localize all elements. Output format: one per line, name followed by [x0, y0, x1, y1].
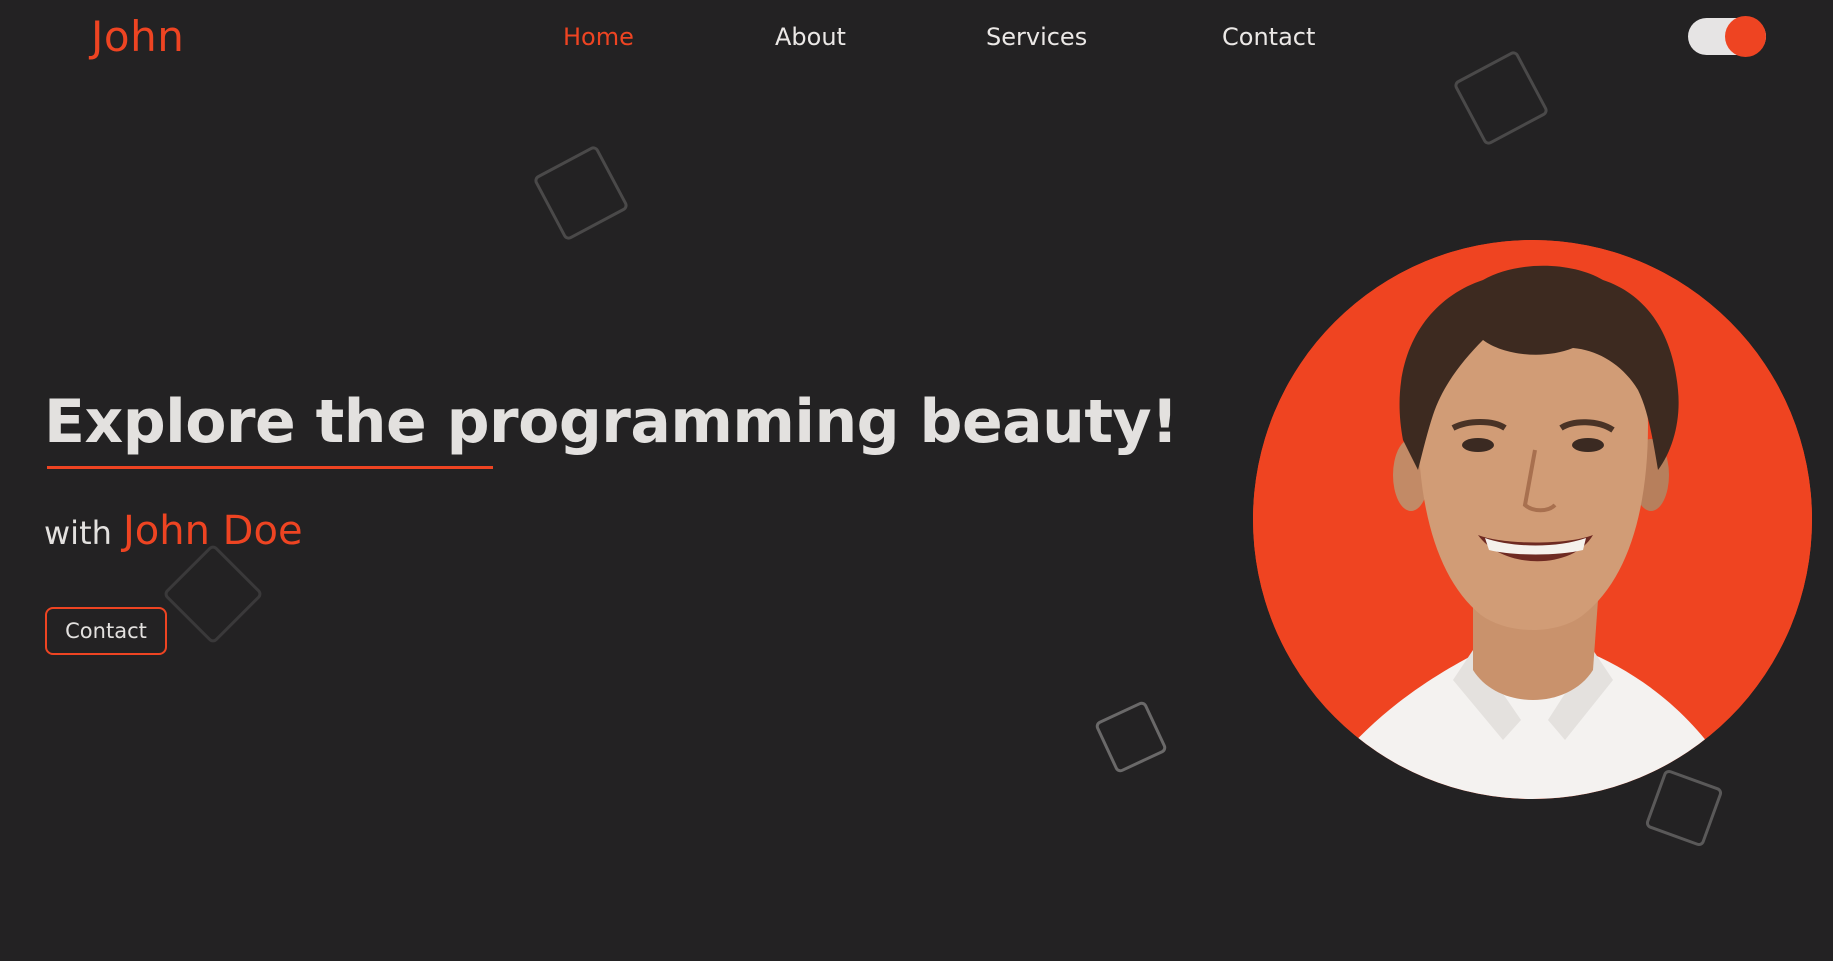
portrait-illustration: [1253, 240, 1812, 799]
hero-subtitle: with John Doe: [44, 508, 303, 554]
contact-button[interactable]: Contact: [45, 607, 167, 655]
decorative-square-icon: [162, 543, 264, 645]
page: John Home About Services Contact Explore…: [0, 0, 1833, 961]
theme-toggle[interactable]: [1688, 16, 1766, 57]
decorative-square-icon: [1452, 49, 1550, 147]
subtitle-prefix: with: [44, 514, 112, 552]
decorative-square-icon: [532, 144, 630, 242]
hero-title-underline: [47, 466, 493, 469]
nav-item-home[interactable]: Home: [563, 20, 634, 54]
nav-item-services[interactable]: Services: [986, 20, 1087, 54]
author-name: John Doe: [122, 508, 303, 554]
profile-photo: [1253, 240, 1812, 799]
main-nav: Home About Services Contact: [0, 20, 1833, 56]
nav-item-about[interactable]: About: [775, 20, 846, 54]
decorative-square-icon: [1644, 768, 1724, 848]
toggle-knob: [1725, 16, 1766, 57]
hero-title: Explore the programming beauty!: [44, 387, 1179, 457]
nav-item-contact[interactable]: Contact: [1222, 20, 1315, 54]
decorative-square-icon: [1093, 699, 1169, 775]
